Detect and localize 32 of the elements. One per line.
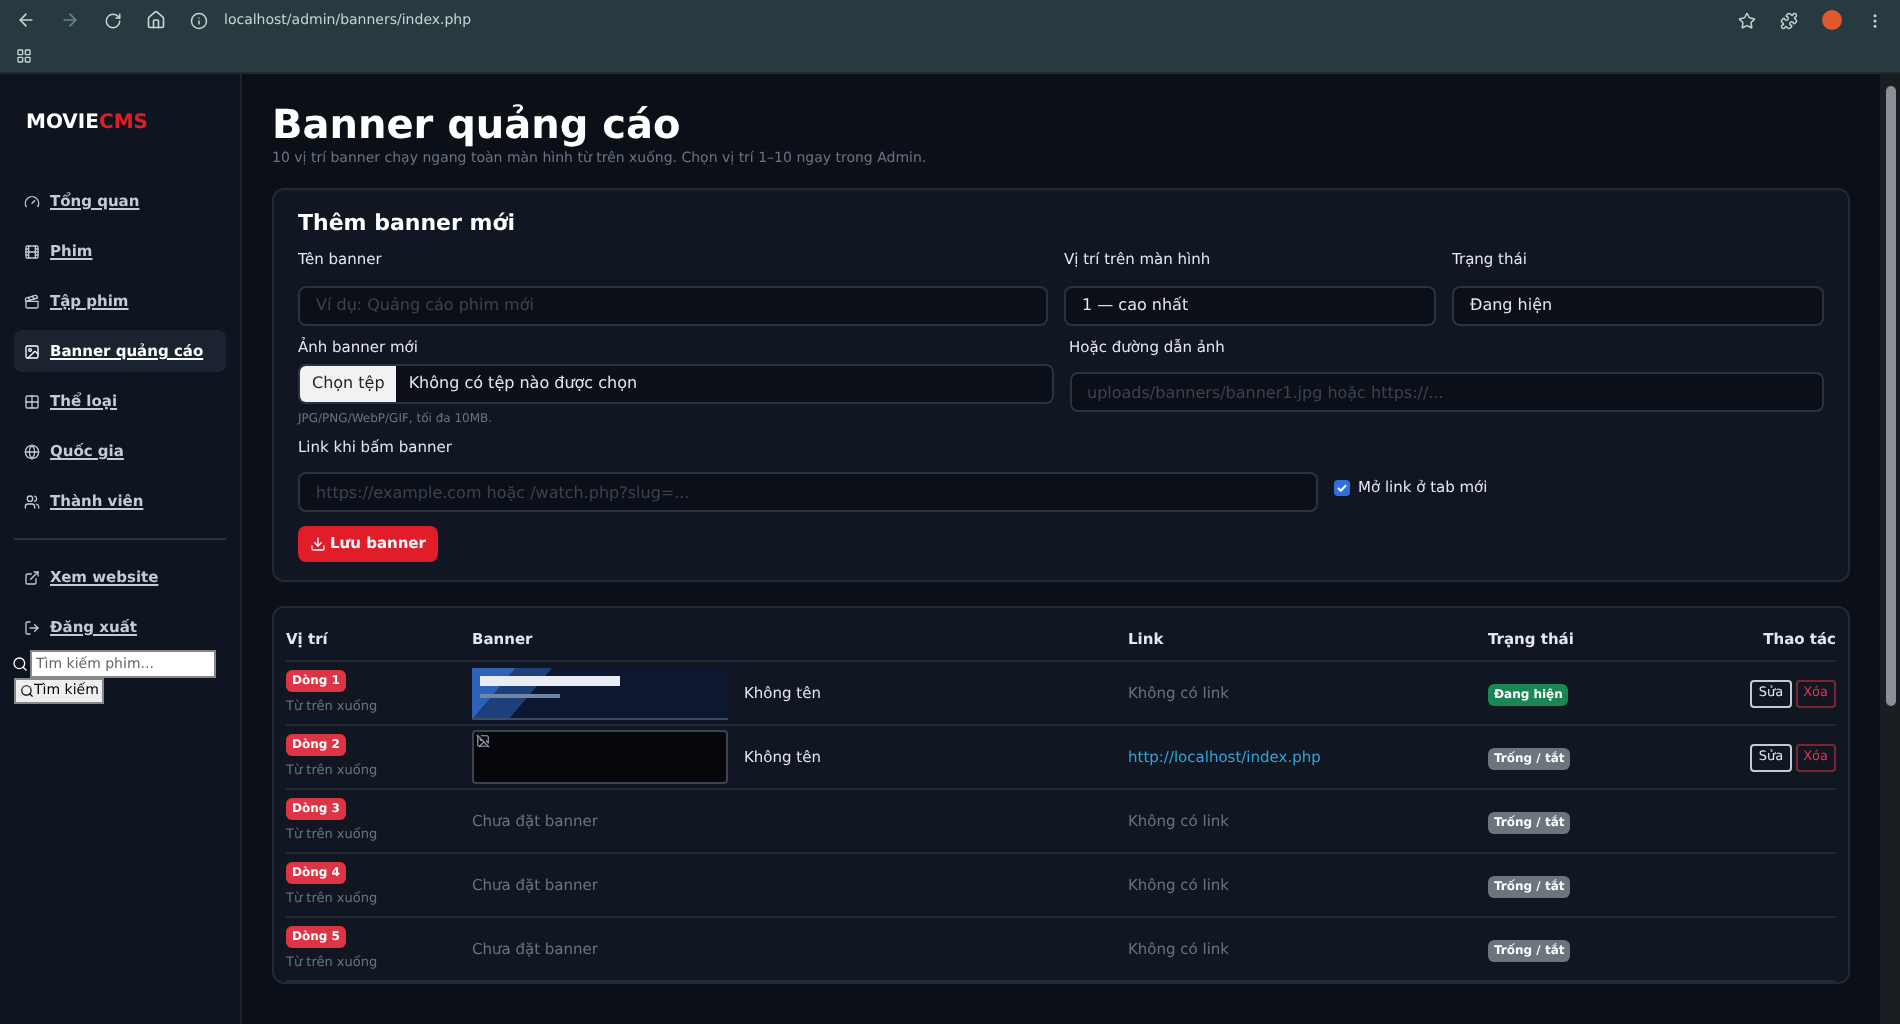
logo[interactable]: MOVIECMS (14, 108, 226, 138)
image-path-field[interactable]: uploads/banners/banner1.jpg hoặc https://... (1069, 372, 1824, 412)
nav-icon (24, 193, 40, 209)
status-select[interactable]: Đang hiện (1452, 285, 1824, 325)
profile-avatar[interactable] (1822, 10, 1842, 30)
checkbox[interactable] (1334, 479, 1350, 496)
save-icon (310, 536, 326, 552)
nav-icon (24, 493, 40, 509)
nav-icon (24, 243, 40, 259)
card-title: Thêm banner mới (298, 210, 518, 238)
home-icon[interactable] (146, 10, 166, 30)
extensions-icon[interactable] (1780, 11, 1798, 29)
search-icon (12, 656, 28, 672)
nav-icon (24, 343, 40, 359)
name-field[interactable]: Ví dụ: Quảng cáo phim mới (298, 285, 1048, 325)
nav-icon (24, 293, 40, 309)
external-link-icon (24, 569, 40, 585)
apps-icon[interactable] (16, 48, 32, 64)
search-icon (20, 684, 34, 698)
scrollbar-thumb[interactable] (1885, 86, 1895, 706)
forward-icon[interactable] (60, 10, 80, 30)
nav-icon (24, 393, 40, 409)
nav-icon (24, 443, 40, 459)
info-icon[interactable] (190, 11, 208, 29)
file-input[interactable]: Chọn tệp Không có tệp nào được chọn (298, 363, 1053, 403)
logout-icon (24, 619, 40, 635)
link-field[interactable]: https://example.com hoặc /watch.php?slug=... (298, 472, 1318, 512)
reload-icon[interactable] (104, 11, 122, 29)
bookmark-star-icon[interactable] (1738, 11, 1756, 29)
back-icon[interactable] (16, 10, 36, 30)
page-title: Banner quảng cáo (272, 100, 683, 148)
position-select[interactable]: 1 — cao nhất (1064, 285, 1436, 325)
